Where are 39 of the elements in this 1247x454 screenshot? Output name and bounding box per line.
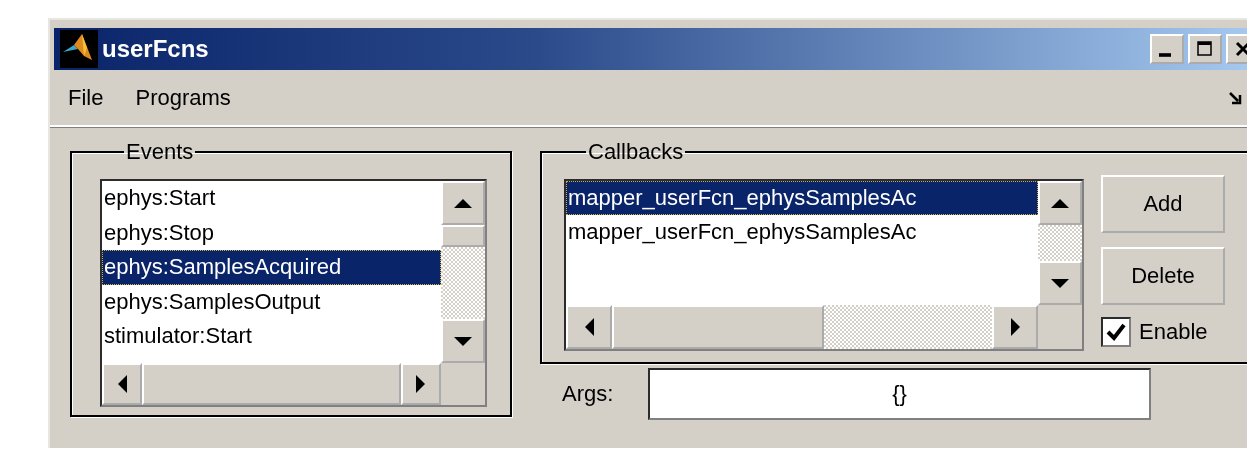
callbacks-list[interactable]: mapper_userFcn_ephysSamplesAc mapper_userFcn_ephysSamplesAc [564,179,1084,351]
minimize-button[interactable] [1150,34,1184,64]
list-item[interactable]: ephys:SamplesAcquired [102,250,441,285]
window-title: userFcns [102,35,210,63]
list-item[interactable]: ephys:Start [102,181,441,216]
args-field[interactable]: {} [648,368,1151,420]
enable-checkbox[interactable] [1101,317,1131,347]
push-button[interactable]: Add [1101,175,1225,233]
scroll-up-button[interactable] [441,181,485,225]
list-item[interactable]: stimulator:Start [102,319,441,354]
checkmark-icon [1105,321,1127,343]
list-item[interactable]: mapper_userFcn_ephysSamplesAc [566,181,1038,215]
menu-item[interactable]: Programs [117,84,245,111]
scroll-right-button[interactable] [992,305,1038,349]
maximize-icon [1195,39,1215,59]
scrollbar-thumb[interactable] [612,305,824,349]
maximize-button[interactable] [1188,34,1222,64]
scroll-right-button[interactable] [400,363,441,405]
minimize-icon [1159,53,1171,57]
checkbox-label: Enable [1139,319,1208,345]
close-icon [1233,39,1247,59]
scroll-left-button[interactable] [102,363,143,405]
scroll-down-button[interactable] [441,319,485,363]
field-label: Args: [561,381,615,407]
scroll-left-button[interactable] [566,305,612,349]
scrollbar-thumb[interactable] [142,363,401,405]
list-item[interactable]: mapper_userFcn_ephysSamplesAc [566,215,1038,249]
scroll-down-button[interactable] [1038,261,1082,305]
dock-arrow-icon[interactable] [1228,90,1244,106]
list-item[interactable]: ephys:Stop [102,215,441,250]
push-button[interactable]: Delete [1101,247,1225,305]
list-item[interactable]: ephys:SamplesOutput [102,284,441,319]
panel-title: Callbacks [587,139,685,165]
menu-item[interactable]: File [50,84,118,111]
panel-title: Events [125,139,195,165]
scrollbar-track[interactable] [1038,225,1082,261]
events-list[interactable]: ephys:Start ephys:Stop ephys:SamplesAcquired ephys:SamplesOutput stimulator:Start [100,179,487,407]
scroll-up-button[interactable] [1038,181,1082,225]
scrollbar-thumb[interactable] [441,225,485,247]
